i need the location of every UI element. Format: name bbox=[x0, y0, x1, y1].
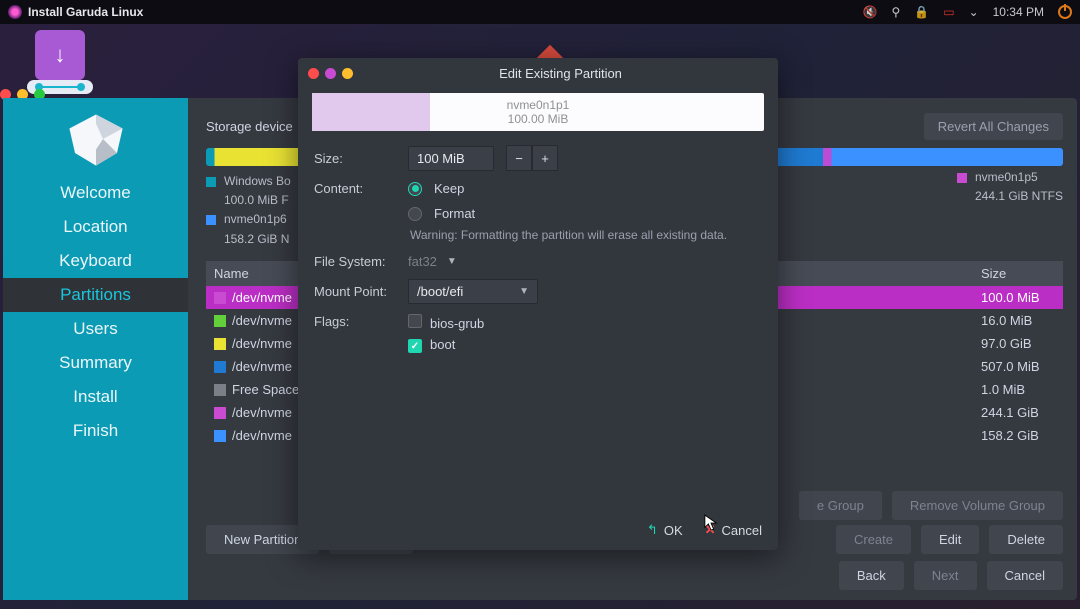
garuda-eagle-icon bbox=[51, 102, 141, 176]
installer-sidebar: WelcomeLocationKeyboardPartitionsUsersSu… bbox=[3, 98, 188, 600]
back-button[interactable]: Back bbox=[839, 561, 904, 590]
system-topbar: Install Garuda Linux 🔇 ⚲ 🔒 ▭ ⌄ 10:34 PM bbox=[0, 0, 1080, 24]
volume-muted-icon[interactable]: 🔇 bbox=[863, 5, 878, 19]
dialog-title: Edit Existing Partition bbox=[353, 66, 768, 81]
window-title: Install Garuda Linux bbox=[28, 5, 143, 19]
boot-checkbox[interactable] bbox=[408, 339, 422, 353]
download-arrow-icon: ↓ bbox=[55, 42, 66, 68]
delete-button[interactable]: Delete bbox=[989, 525, 1063, 554]
content-label: Content: bbox=[314, 181, 396, 196]
remove-volume-group-button[interactable]: Remove Volume Group bbox=[892, 491, 1063, 520]
partition-name: nvme0n1p1 bbox=[507, 98, 570, 112]
sidebar-step-install[interactable]: Install bbox=[3, 380, 188, 414]
sidebar-step-finish[interactable]: Finish bbox=[3, 414, 188, 448]
chevron-down-icon: ▼ bbox=[519, 286, 529, 297]
size-input[interactable]: 100 MiB bbox=[408, 146, 494, 171]
bios-grub-checkbox[interactable] bbox=[408, 314, 422, 328]
cursor-icon bbox=[704, 514, 718, 532]
ok-button[interactable]: ↰ OK bbox=[647, 522, 683, 538]
sidebar-step-welcome[interactable]: Welcome bbox=[3, 176, 188, 210]
filesystem-label: File System: bbox=[314, 254, 396, 269]
garuda-logo-icon bbox=[8, 5, 22, 19]
legend-sub: 244.1 GiB NTFS bbox=[975, 187, 1063, 206]
sidebar-step-users[interactable]: Users bbox=[3, 312, 188, 346]
volume-group-button[interactable]: e Group bbox=[799, 491, 882, 520]
partition-size-bar[interactable]: nvme0n1p1100.00 MiB bbox=[312, 93, 764, 131]
sidebar-step-summary[interactable]: Summary bbox=[3, 346, 188, 380]
create-button[interactable]: Create bbox=[836, 525, 911, 554]
chevron-down-icon: ▼ bbox=[447, 256, 457, 267]
boot-label: boot bbox=[430, 337, 455, 352]
storage-device-label: Storage device bbox=[206, 119, 293, 134]
legend-label: nvme0n1p5 bbox=[975, 168, 1038, 187]
edit-partition-dialog: Edit Existing Partition nvme0n1p1100.00 … bbox=[298, 58, 778, 550]
power-icon[interactable] bbox=[1058, 5, 1072, 19]
display-icon[interactable]: ▭ bbox=[943, 5, 954, 19]
lock-icon[interactable]: 🔒 bbox=[914, 5, 929, 19]
format-warning: Warning: Formatting the partition will e… bbox=[410, 227, 762, 244]
cancel-button[interactable]: Cancel bbox=[987, 561, 1063, 590]
revert-all-button[interactable]: Revert All Changes bbox=[924, 113, 1063, 140]
size-label: Size: bbox=[314, 151, 396, 166]
mountpoint-label: Mount Point: bbox=[314, 284, 396, 299]
clock: 10:34 PM bbox=[993, 5, 1044, 19]
filesystem-select: fat32▼ bbox=[408, 254, 457, 269]
sidebar-step-partitions[interactable]: Partitions bbox=[3, 278, 188, 312]
sidebar-step-location[interactable]: Location bbox=[3, 210, 188, 244]
mountpoint-select[interactable]: /boot/efi▼ bbox=[408, 279, 538, 304]
flags-label: Flags: bbox=[314, 314, 396, 329]
dialog-window-controls[interactable] bbox=[308, 68, 353, 79]
sidebar-step-keyboard[interactable]: Keyboard bbox=[3, 244, 188, 278]
format-radio[interactable] bbox=[408, 207, 422, 221]
size-decrement-button[interactable]: − bbox=[506, 145, 532, 171]
keep-radio[interactable] bbox=[408, 182, 422, 196]
edit-button[interactable]: Edit bbox=[921, 525, 979, 554]
partition-size: 100.00 MiB bbox=[507, 112, 570, 126]
bluetooth-icon[interactable]: ⚲ bbox=[891, 5, 900, 19]
col-size[interactable]: Size bbox=[973, 261, 1063, 286]
size-increment-button[interactable]: + bbox=[532, 145, 558, 171]
system-tray: 🔇 ⚲ 🔒 ▭ ⌄ 10:34 PM bbox=[863, 5, 1072, 19]
installer-launcher-icon[interactable]: ↓ bbox=[35, 30, 85, 80]
format-label: Format bbox=[434, 206, 475, 221]
next-button[interactable]: Next bbox=[914, 561, 977, 590]
bios-grub-label: bios-grub bbox=[430, 316, 484, 331]
keep-label: Keep bbox=[434, 181, 464, 196]
ok-arrow-icon: ↰ bbox=[647, 522, 658, 538]
chevron-down-icon[interactable]: ⌄ bbox=[969, 5, 979, 19]
